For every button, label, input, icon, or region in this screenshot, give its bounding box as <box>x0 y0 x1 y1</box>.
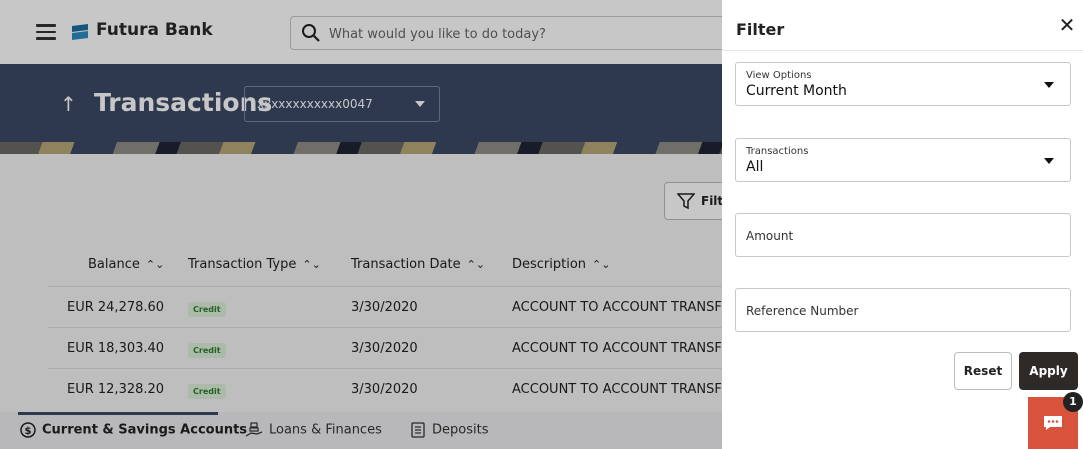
transactions-select[interactable]: Transactions All <box>735 138 1071 182</box>
notification-badge: 1 <box>1063 392 1083 412</box>
amount-input[interactable] <box>746 227 1056 245</box>
chevron-down-icon <box>1044 82 1054 88</box>
close-icon[interactable]: ✕ <box>1057 14 1077 36</box>
reference-number-field[interactable] <box>735 288 1071 332</box>
chevron-down-icon <box>1044 158 1054 164</box>
transactions-value: All <box>746 159 764 175</box>
view-options-label: View Options <box>746 70 812 81</box>
panel-divider <box>722 50 1083 51</box>
view-options-select[interactable]: View Options Current Month <box>735 62 1071 106</box>
panel-title: Filter <box>736 20 785 39</box>
apply-button[interactable]: Apply <box>1019 352 1078 390</box>
chat-icon <box>1044 416 1062 430</box>
reference-number-input[interactable] <box>746 302 1056 320</box>
reset-button[interactable]: Reset <box>954 352 1012 390</box>
amount-field[interactable] <box>735 213 1071 257</box>
filter-panel: Filter ✕ View Options Current Month Tran… <box>722 0 1083 449</box>
transactions-label: Transactions <box>746 146 809 157</box>
view-options-value: Current Month <box>746 83 847 99</box>
